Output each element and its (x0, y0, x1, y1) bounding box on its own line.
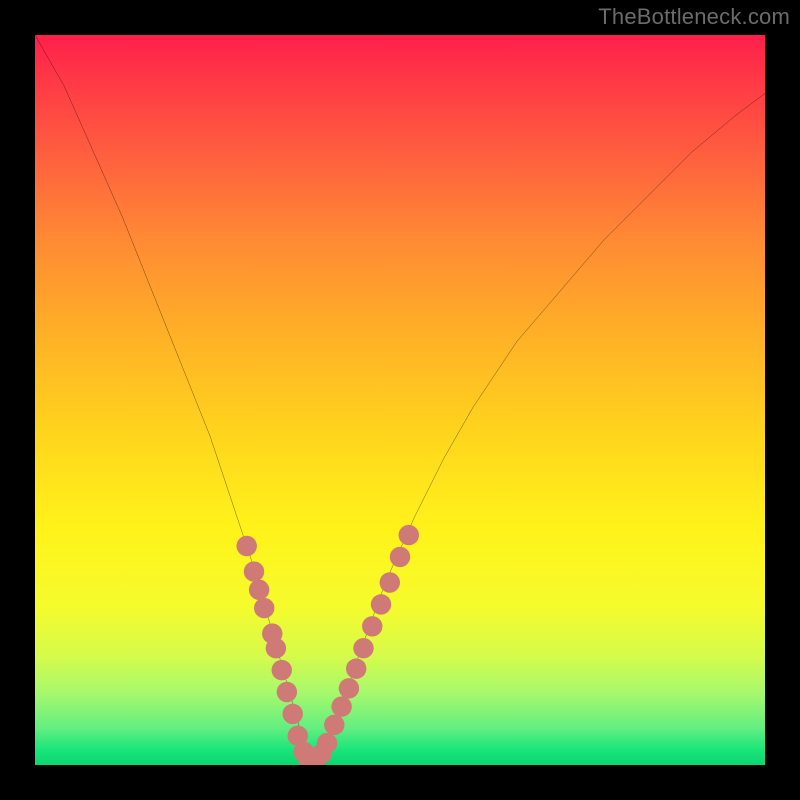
plot-area (35, 35, 765, 765)
bead-dot (266, 638, 286, 658)
curve-layer (35, 35, 765, 765)
bottleneck-curve (35, 35, 765, 761)
bead-dot (244, 561, 264, 581)
bead-dot (236, 536, 256, 556)
bead-dot (324, 715, 344, 735)
bead-dot (331, 696, 351, 716)
bead-dot (399, 525, 419, 545)
bead-dot (353, 638, 373, 658)
bead-dot (380, 572, 400, 592)
bead-dot (277, 682, 297, 702)
chart-frame: TheBottleneck.com (0, 0, 800, 800)
bead-dot (339, 678, 359, 698)
bead-dot (346, 658, 366, 678)
bead-dot (282, 704, 302, 724)
bead-dot (254, 598, 274, 618)
bead-dot (390, 547, 410, 567)
bead-dot (317, 733, 337, 753)
bead-dot (362, 616, 382, 636)
bead-dot (249, 580, 269, 600)
bead-dot (272, 660, 292, 680)
bead-dot (371, 594, 391, 614)
curve-beads (236, 525, 418, 765)
watermark-text: TheBottleneck.com (598, 4, 790, 30)
